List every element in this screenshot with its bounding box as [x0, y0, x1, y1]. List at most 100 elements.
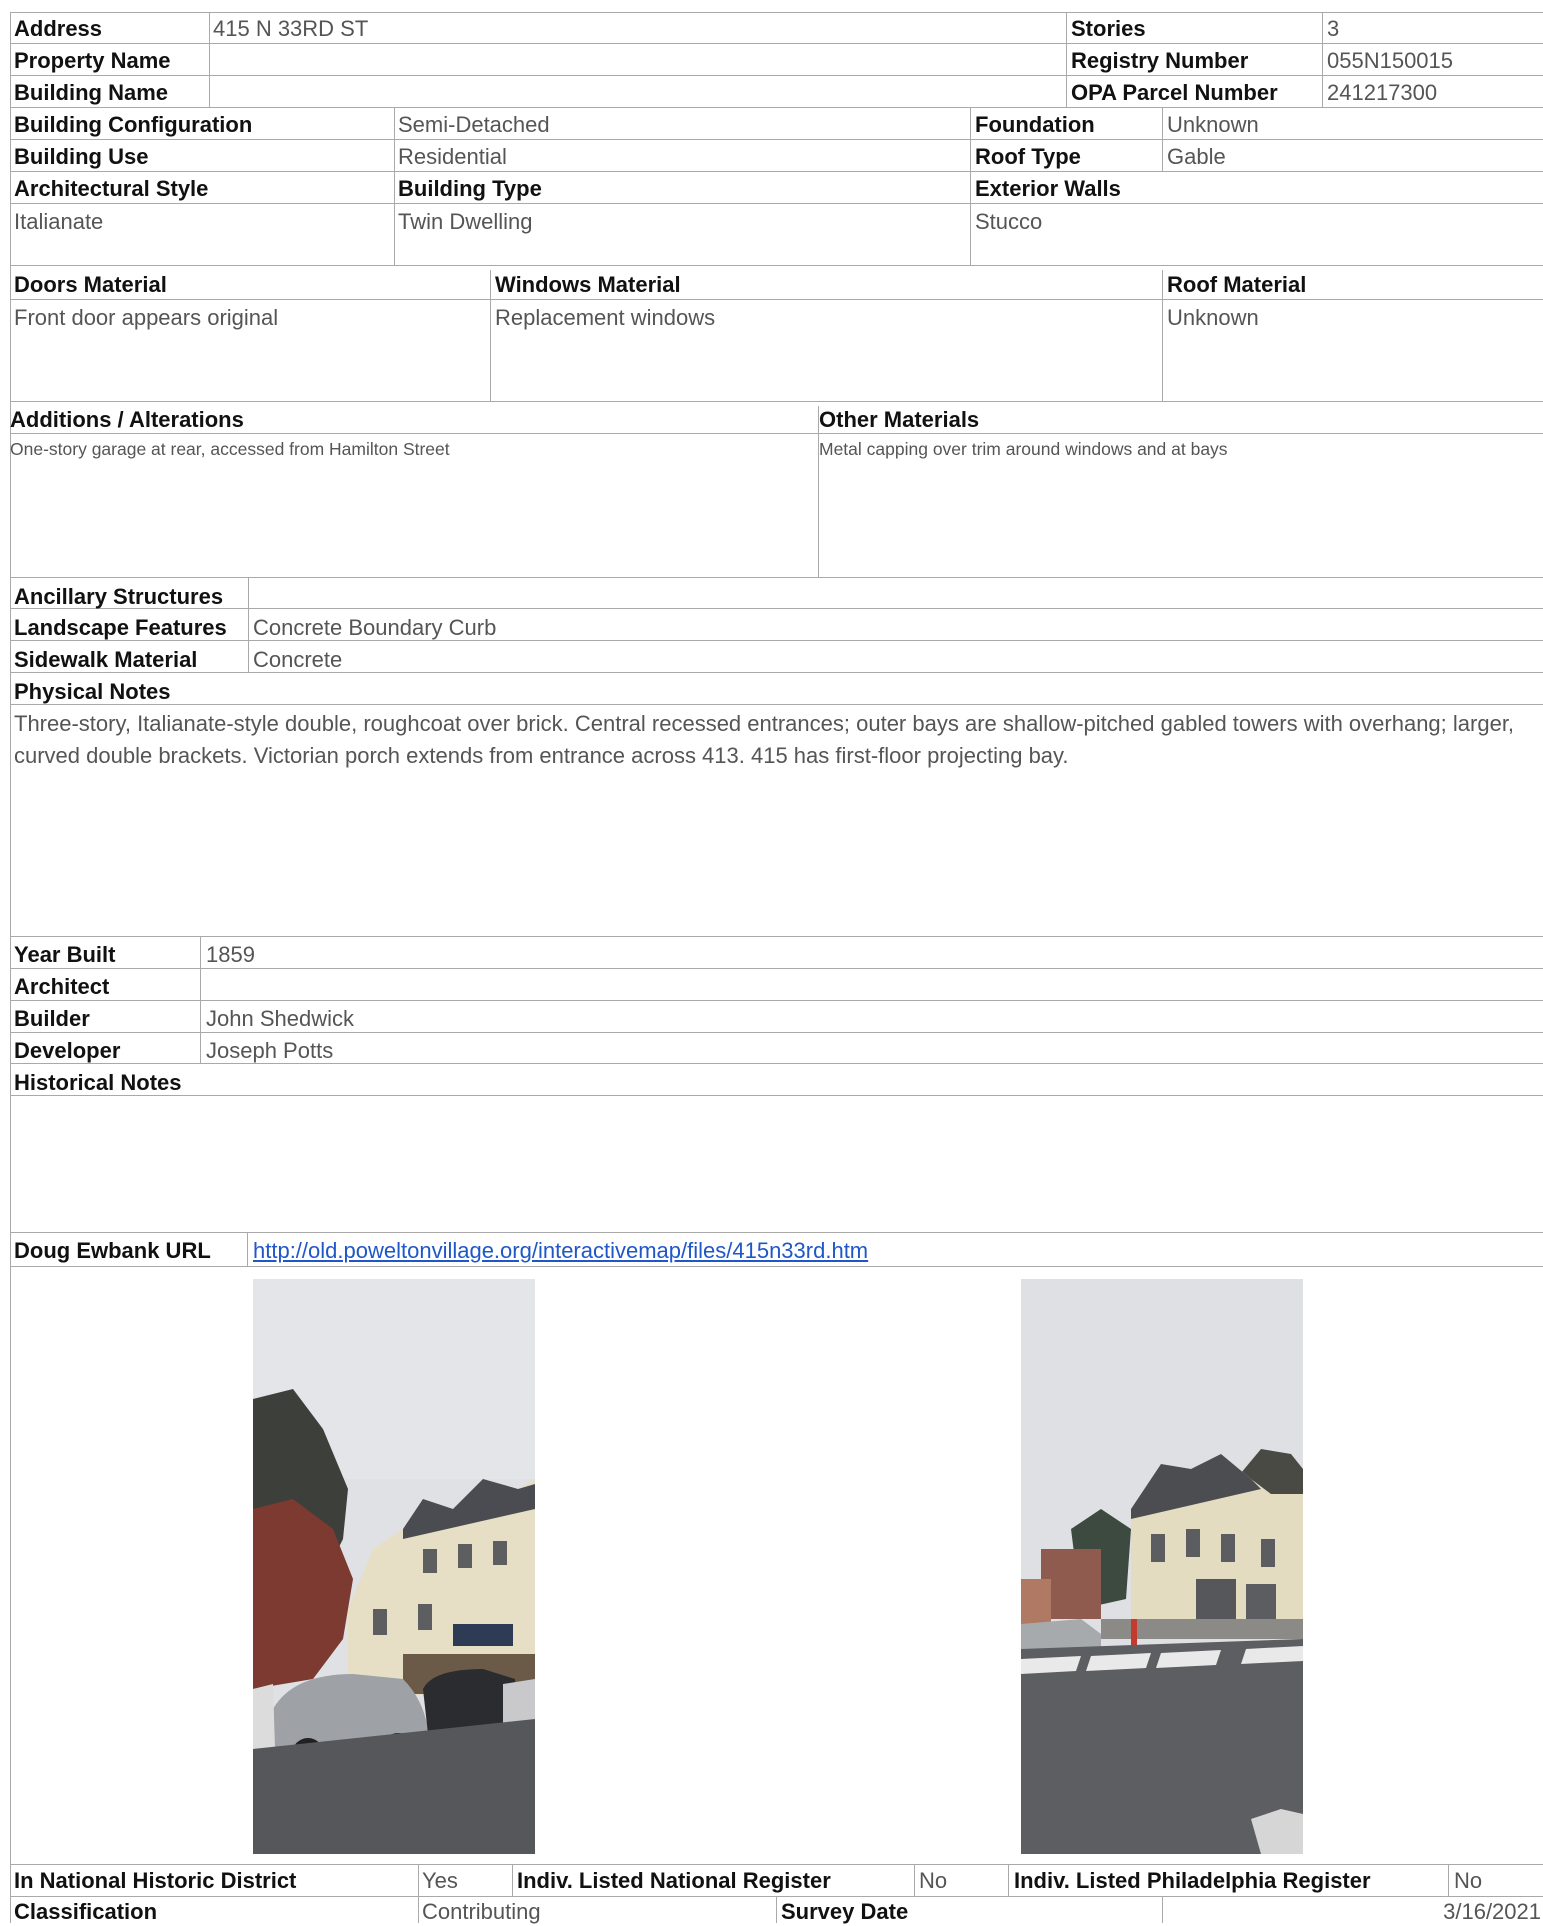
- divider: [512, 1864, 513, 1896]
- additions-alterations-value: One-story garage at rear, accessed from …: [10, 439, 450, 459]
- landscape-features-label: Landscape Features: [14, 615, 227, 640]
- ancillary-structures-label: Ancillary Structures: [14, 584, 224, 609]
- divider: [248, 577, 249, 672]
- divider: [1008, 1864, 1009, 1896]
- divider: [10, 672, 1543, 673]
- registry-number-value: 055N150015: [1327, 48, 1454, 73]
- divider: [10, 12, 1543, 13]
- divider: [394, 107, 395, 265]
- divider: [1162, 270, 1163, 401]
- exterior-walls-value: Stucco: [975, 209, 1043, 234]
- divider: [209, 12, 210, 107]
- indiv-listed-philadelphia-register-value: No: [1454, 1868, 1483, 1893]
- building-use-label: Building Use: [14, 144, 149, 169]
- building-type-value: Twin Dwelling: [398, 209, 533, 234]
- divider: [10, 401, 1543, 402]
- divider: [10, 1000, 1543, 1001]
- divider: [1448, 1864, 1449, 1896]
- divider: [10, 704, 1543, 705]
- roof-material-label: Roof Material: [1167, 272, 1307, 297]
- divider: [776, 1896, 777, 1923]
- in-national-historic-district-value: Yes: [422, 1868, 458, 1893]
- developer-value: Joseph Potts: [206, 1038, 334, 1063]
- architectural-style-value: Italianate: [14, 209, 104, 234]
- divider: [1322, 12, 1323, 107]
- registry-number-label: Registry Number: [1071, 48, 1249, 73]
- building-name-label: Building Name: [14, 80, 169, 105]
- windows-material-label: Windows Material: [495, 272, 681, 297]
- foundation-label: Foundation: [975, 112, 1095, 137]
- property-name-label: Property Name: [14, 48, 171, 73]
- divider: [10, 75, 1543, 76]
- architectural-style-label: Architectural Style: [14, 176, 209, 201]
- historical-notes-label: Historical Notes: [14, 1070, 182, 1095]
- year-built-value: 1859: [206, 942, 255, 967]
- divider: [10, 139, 1543, 140]
- roof-type-value: Gable: [1167, 144, 1226, 169]
- foundation-value: Unknown: [1167, 112, 1259, 137]
- other-materials-value: Metal capping over trim around windows a…: [819, 439, 1228, 459]
- landscape-features-value: Concrete Boundary Curb: [253, 615, 497, 640]
- divider: [10, 1864, 1543, 1865]
- opa-parcel-number-value: 241217300: [1327, 80, 1438, 105]
- survey-date-label: Survey Date: [781, 1899, 909, 1924]
- address-value: 415 N 33RD ST: [213, 16, 369, 41]
- sidewalk-material-value: Concrete: [253, 647, 343, 672]
- other-materials-label: Other Materials: [819, 407, 980, 432]
- doors-material-value: Front door appears original: [14, 305, 279, 330]
- divider: [10, 640, 1543, 641]
- divider: [247, 1232, 248, 1266]
- roof-type-label: Roof Type: [975, 144, 1081, 169]
- classification-value: Contributing: [422, 1899, 541, 1924]
- stories-label: Stories: [1071, 16, 1146, 41]
- additions-alterations-label: Additions / Alterations: [10, 407, 244, 432]
- divider: [1066, 12, 1067, 107]
- building-type-label: Building Type: [398, 176, 542, 201]
- divider: [10, 265, 1543, 266]
- indiv-listed-philadelphia-register-label: Indiv. Listed Philadelphia Register: [1014, 1868, 1371, 1893]
- classification-label: Classification: [14, 1899, 158, 1924]
- stories-value: 3: [1327, 16, 1340, 41]
- physical-notes-label: Physical Notes: [14, 679, 171, 704]
- builder-label: Builder: [14, 1006, 90, 1031]
- building-configuration-value: Semi-Detached: [398, 112, 550, 137]
- divider: [10, 43, 1543, 44]
- divider: [10, 1232, 1543, 1233]
- survey-date-value: 3/16/2021: [1443, 1899, 1541, 1924]
- divider: [970, 107, 971, 265]
- divider: [418, 1864, 419, 1923]
- divider: [1162, 1896, 1163, 1923]
- windows-material-value: Replacement windows: [495, 305, 716, 330]
- divider: [200, 936, 201, 1063]
- exterior-walls-label: Exterior Walls: [975, 176, 1121, 201]
- sidewalk-material-label: Sidewalk Material: [14, 647, 198, 672]
- doug-ewbank-url-label: Doug Ewbank URL: [14, 1238, 211, 1263]
- property-photo-left: [253, 1279, 535, 1854]
- divider: [10, 936, 1543, 937]
- divider: [10, 608, 1543, 609]
- roof-material-value: Unknown: [1167, 305, 1259, 330]
- in-national-historic-district-label: In National Historic District: [14, 1868, 297, 1893]
- divider: [490, 270, 491, 401]
- building-use-value: Residential: [398, 144, 507, 169]
- divider: [1162, 107, 1163, 171]
- builder-value: John Shedwick: [206, 1006, 354, 1031]
- indiv-listed-national-register-value: No: [919, 1868, 948, 1893]
- divider: [10, 203, 1543, 204]
- year-built-label: Year Built: [14, 942, 116, 967]
- property-photo-right: [1021, 1279, 1303, 1854]
- physical-notes-value: Three-story, Italianate-style double, ro…: [14, 711, 1515, 768]
- divider: [10, 1266, 1543, 1267]
- doors-material-label: Doors Material: [14, 272, 167, 297]
- address-label: Address: [14, 16, 103, 41]
- architect-label: Architect: [14, 974, 110, 999]
- divider: [10, 299, 1543, 300]
- divider: [10, 1095, 1543, 1096]
- opa-parcel-number-label: OPA Parcel Number: [1071, 80, 1278, 105]
- indiv-listed-national-register-label: Indiv. Listed National Register: [517, 1868, 831, 1893]
- building-configuration-label: Building Configuration: [14, 112, 253, 137]
- divider: [914, 1864, 915, 1896]
- doug-ewbank-url-link[interactable]: http://old.poweltonvillage.org/interacti…: [253, 1237, 868, 1265]
- divider: [10, 107, 1543, 108]
- divider: [10, 577, 1543, 578]
